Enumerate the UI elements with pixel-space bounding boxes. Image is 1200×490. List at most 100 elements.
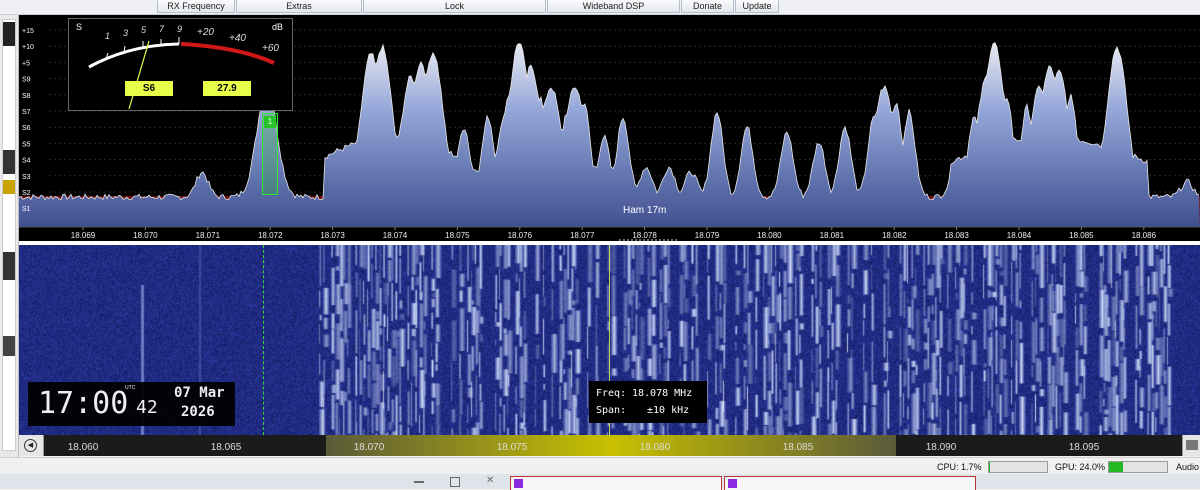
- y-tick-label: S6: [22, 125, 31, 132]
- taskbar-window-1[interactable]: [510, 476, 722, 490]
- freq-label: Freq:: [596, 388, 627, 399]
- y-tick-label: +5: [22, 60, 30, 67]
- tab-update[interactable]: Update: [735, 0, 779, 13]
- close-icon[interactable]: ✕: [486, 475, 494, 486]
- x-tick-label: 18.071: [196, 231, 221, 240]
- x-tick-label: 18.081: [820, 231, 845, 240]
- toolbar-tab-bar: RX Frequency Extras Lock Wideband DSP Do…: [0, 0, 1200, 15]
- s-scale-7: 7: [159, 24, 165, 34]
- s-scale-3: 3: [123, 28, 129, 38]
- cpu-meter: [988, 461, 1048, 473]
- freq-value: 18.078 MHz: [632, 388, 693, 399]
- s-scale-5: 5: [141, 25, 147, 35]
- app-icon: [514, 479, 523, 488]
- overview-tick-label: 18.095: [1069, 442, 1100, 453]
- spectrum-y-axis: +15 +10 +5 S9 S8 S7 S6 S5 S4 S3 S2 S1: [22, 28, 34, 213]
- maximize-icon[interactable]: [450, 477, 460, 487]
- tab-lock[interactable]: Lock: [363, 0, 546, 13]
- x-tick-label: 18.082: [882, 231, 907, 240]
- gpu-meter-fill: [1109, 462, 1123, 472]
- clock-year: 2026: [181, 404, 215, 420]
- waterfall-panel[interactable]: 17:00 42 UTC 07 Mar 2026 Freq: 18.078 MH…: [19, 245, 1200, 435]
- tab-wideband-dsp[interactable]: Wideband DSP: [547, 0, 680, 13]
- overview-tick-label: 18.070: [354, 442, 385, 453]
- printer-icon: [1186, 440, 1198, 450]
- tab-rx-frequency[interactable]: RX Frequency: [157, 0, 235, 13]
- clock-utc-label: UTC: [125, 385, 136, 391]
- vfo-marker[interactable]: 1: [262, 113, 278, 195]
- x-tick-label: 18.072: [258, 231, 283, 240]
- left-thumb-5: [3, 336, 15, 356]
- left-thumb-3: [3, 180, 15, 194]
- cpu-label: CPU: 1.7%: [937, 462, 982, 472]
- band-label: Ham 17m: [623, 205, 667, 216]
- vfo-marker-label: 1: [264, 116, 276, 128]
- span-value: ±10 kHz: [647, 405, 690, 416]
- db-scale-20: +20: [197, 27, 214, 38]
- left-scrollbar[interactable]: [2, 19, 16, 451]
- clock-date: 07 Mar: [174, 385, 225, 401]
- left-thumb-2: [3, 150, 15, 174]
- x-tick-label: 18.078: [632, 231, 657, 240]
- spectrum-panel[interactable]: +15 +10 +5 S9 S8 S7 S6 S5 S4 S3 S2 S1 18.069 18.070 1…: [19, 15, 1200, 241]
- y-tick-label: S9: [22, 77, 31, 84]
- overview-tick-label: 18.090: [926, 442, 957, 453]
- x-tick-label: 18.085: [1069, 231, 1094, 240]
- audio-label: Audio: [1176, 462, 1200, 472]
- x-tick-label: 18.079: [695, 231, 720, 240]
- vfo-line: [263, 245, 264, 435]
- x-tick-label: 18.073: [320, 231, 345, 240]
- left-thumb-1: [3, 22, 15, 46]
- taskbar-window-2[interactable]: [724, 476, 976, 490]
- left-side-panel: [0, 15, 19, 457]
- overview-tick-label: 18.060: [68, 442, 99, 453]
- x-tick-label: 18.076: [508, 231, 533, 240]
- y-tick-label: +15: [22, 28, 34, 35]
- db-scale-60: +60: [262, 43, 279, 54]
- gpu-label: GPU: 24.0%: [1055, 462, 1106, 472]
- overview-tick-label: 18.080: [640, 442, 671, 453]
- db-reading-display: 27.9: [203, 81, 251, 96]
- x-tick-label: 18.077: [570, 231, 595, 240]
- x-tick-label: 18.080: [757, 231, 782, 240]
- overview-tick-label: 18.075: [497, 442, 528, 453]
- y-tick-label: S7: [22, 109, 31, 116]
- s-meter: S dB 1 3 5 7 9 +20 +40 +60 S6 27.9: [68, 18, 293, 111]
- db-scale-40: +40: [229, 33, 246, 44]
- frequency-tooltip: Freq: 18.078 MHz Span: ±10 kHz: [589, 381, 707, 423]
- overview-axis: 18.060 18.065 18.070 18.075 18.080 18.085 18.0…: [68, 442, 1100, 453]
- overview-tick-label: 18.065: [211, 442, 242, 453]
- utc-clock: 17:00 42 UTC 07 Mar 2026: [28, 382, 235, 426]
- minimize-icon[interactable]: [414, 481, 424, 483]
- y-tick-label: S1: [22, 206, 31, 213]
- tab-extras[interactable]: Extras: [236, 0, 362, 13]
- cpu-meter-fill: [989, 462, 990, 472]
- y-tick-label: S5: [22, 141, 31, 148]
- y-tick-label: S4: [22, 158, 31, 165]
- s-meter-s-label: S: [76, 22, 83, 32]
- x-tick-label: 18.074: [383, 231, 408, 240]
- x-tick-label: 18.070: [133, 231, 158, 240]
- overview-tick-label: 18.085: [783, 442, 814, 453]
- y-tick-label: S8: [22, 93, 31, 100]
- x-tick-label: 18.084: [1007, 231, 1032, 240]
- clock-seconds: 42: [136, 397, 158, 418]
- x-tick-label: 18.083: [944, 231, 969, 240]
- app-icon: [728, 479, 737, 488]
- y-tick-label: +10: [22, 44, 34, 51]
- y-tick-label: S3: [22, 174, 31, 181]
- s-scale-1: 1: [105, 31, 111, 41]
- s-meter-db-label: dB: [272, 22, 284, 32]
- clock-time: 17:00: [38, 386, 129, 421]
- s-reading-display: S6: [125, 81, 173, 96]
- left-thumb-4: [3, 252, 15, 280]
- s-scale-9: 9: [177, 24, 183, 34]
- scroll-right-button[interactable]: [1182, 435, 1200, 456]
- x-tick-label: 18.086: [1132, 231, 1157, 240]
- overview-scrollbar[interactable]: ◀ 18.060 18.065 18.070 18.075 18.080 18.085 18…: [19, 435, 1200, 456]
- status-bar: CPU: 1.7% GPU: 24.0% Audio: [0, 457, 1200, 475]
- tab-donate[interactable]: Donate: [681, 0, 734, 13]
- x-tick-label: 18.075: [445, 231, 470, 240]
- gpu-meter: [1108, 461, 1168, 473]
- span-label: Span:: [596, 405, 627, 416]
